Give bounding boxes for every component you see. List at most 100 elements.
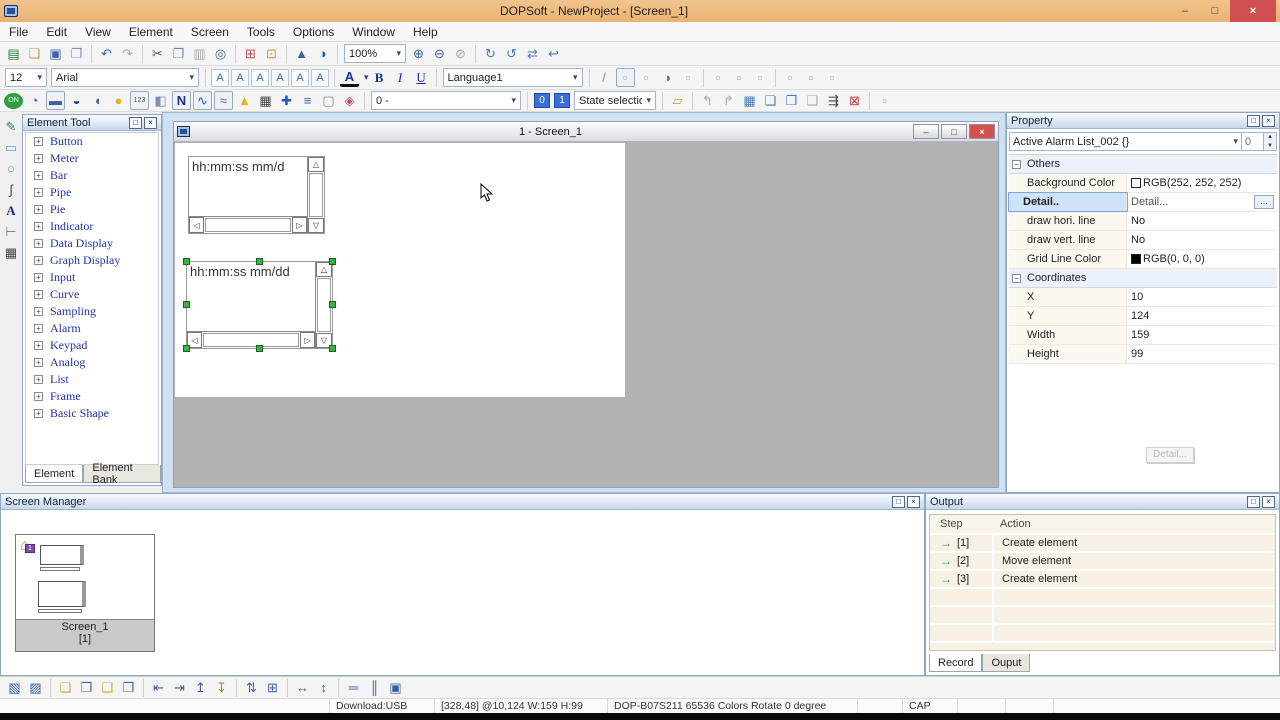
button-element-icon[interactable]: ON <box>4 92 23 109</box>
element-tool-item-indicator[interactable]: + Indicator <box>26 218 158 235</box>
property-row-background-color[interactable]: Background Color RGB(252, 252, 252) <box>1009 174 1277 193</box>
menu-help[interactable]: Help <box>404 22 447 41</box>
rotate-ccw-icon[interactable]: ↺ <box>502 44 521 63</box>
expand-icon[interactable]: + <box>34 324 43 333</box>
zoom-out-icon[interactable]: ⊖ <box>430 44 449 63</box>
prev-element-icon[interactable]: ↰ <box>698 91 717 110</box>
property-row-detail[interactable]: Detail.. Detail... ... <box>1008 192 1277 212</box>
tab-element[interactable]: Element <box>25 465 84 483</box>
align-right-icon[interactable]: A <box>251 68 269 87</box>
maximize-button[interactable]: □ <box>1200 0 1230 22</box>
send-to-back-icon[interactable]: ❐ <box>77 678 96 697</box>
panel-maximize-icon[interactable]: □ <box>892 495 905 508</box>
horizontal-scroll-track[interactable] <box>203 333 299 347</box>
simulation-icon[interactable]: ◑ <box>313 44 332 63</box>
element-tool-item-list[interactable]: + List <box>26 371 158 388</box>
undo-rotate-icon[interactable]: ↩ <box>544 44 563 63</box>
open-project-icon[interactable]: ❏ <box>25 44 44 63</box>
horizontal-scrollbar[interactable]: ◁ ▷ <box>189 216 307 233</box>
property-row-y[interactable]: Y 124 <box>1009 307 1277 326</box>
shadow-icon[interactable]: ▫ <box>679 68 698 87</box>
list-element-icon[interactable]: ≡ <box>298 91 317 110</box>
minimize-button[interactable]: – <box>1170 0 1200 22</box>
screen-thumbnail[interactable]: ⌂ 1 Screen_1 [1] <box>15 534 155 652</box>
bar-element-icon[interactable]: ▬ <box>46 91 65 110</box>
polygon-tool-icon[interactable]: ∫ <box>2 180 21 199</box>
record-row-3[interactable]: → [3] Create element <box>930 571 1275 589</box>
zoom-level-select[interactable]: 100% ▾ <box>344 44 406 63</box>
spinner-down-icon[interactable]: ▼ <box>1264 141 1276 150</box>
expand-icon[interactable]: + <box>34 409 43 418</box>
selection-handle-ne[interactable] <box>329 258 336 265</box>
lock-icon[interactable]: ▫ <box>823 68 842 87</box>
address-select[interactable]: 0 - ▾ <box>371 91 521 110</box>
table-tool-icon[interactable]: ▦ <box>2 243 21 262</box>
v-flip-icon[interactable]: ▫ <box>730 68 749 87</box>
expand-icon[interactable]: + <box>34 273 43 282</box>
element-tool-item-pie[interactable]: + Pie <box>26 201 158 218</box>
element-tool-item-graph-display[interactable]: + Graph Display <box>26 252 158 269</box>
panel-maximize-icon[interactable]: □ <box>129 116 142 129</box>
menu-file[interactable]: File <box>0 22 37 41</box>
tank-element-icon[interactable]: ◒ <box>67 91 86 110</box>
property-row-width[interactable]: Width 159 <box>1009 326 1277 345</box>
expand-icon[interactable]: + <box>34 239 43 248</box>
same-width-icon[interactable]: ═ <box>344 678 363 697</box>
space-evenly-h-icon[interactable]: ↔ <box>293 678 312 697</box>
element-tool-item-curve[interactable]: + Curve <box>26 286 158 303</box>
panel-maximize-icon[interactable]: □ <box>1247 114 1260 127</box>
horizontal-scroll-track[interactable] <box>205 218 291 232</box>
state-select[interactable]: State selectio ▾ <box>574 91 656 110</box>
text-tool-icon[interactable]: A <box>2 201 21 220</box>
align-top-elements-icon[interactable]: ↥ <box>191 678 210 697</box>
scroll-right-icon[interactable]: ▷ <box>300 332 315 348</box>
element-tool-item-keypad[interactable]: + Keypad <box>26 337 158 354</box>
state-spinner[interactable]: ▲ ▼ <box>1264 132 1277 151</box>
tab-record[interactable]: Record <box>929 654 983 672</box>
detail-more-button[interactable]: ... <box>1254 195 1274 209</box>
keyboard-element-icon[interactable]: ▦ <box>256 91 275 110</box>
property-row-grid-line-color[interactable]: Grid Line Color RGB(0, 0, 0) <box>1009 250 1277 269</box>
selection-handle-se[interactable] <box>329 345 336 352</box>
macro-icon[interactable]: ▱ <box>668 91 687 110</box>
record-row-2[interactable]: → [2] Move element <box>930 553 1275 571</box>
property-row-draw-hori-line[interactable]: draw hori. line No <box>1009 212 1277 231</box>
expand-icon[interactable]: + <box>34 205 43 214</box>
download-icon[interactable]: ⊠ <box>845 91 864 110</box>
expand-icon[interactable]: + <box>34 188 43 197</box>
bring-to-front-icon[interactable]: ❏ <box>56 678 75 697</box>
menu-element[interactable]: Element <box>120 22 182 41</box>
element-tool-item-button[interactable]: + Button <box>26 133 158 150</box>
save-all-icon[interactable]: ❐ <box>67 44 86 63</box>
group-icon[interactable]: ▫ <box>781 68 800 87</box>
panel-close-icon[interactable]: × <box>144 116 157 129</box>
element-tool-item-input[interactable]: + Input <box>26 269 158 286</box>
section-coordinates[interactable]: − Coordinates <box>1009 269 1277 288</box>
curve-element-icon[interactable]: ∿ <box>193 91 212 110</box>
property-row-x[interactable]: X 10 <box>1009 288 1277 307</box>
grid-snap-icon[interactable]: ▫ <box>875 91 894 110</box>
active-alarm-list-element-2-selected[interactable]: hh:mm:ss mm/dd △ ▽ ◁ ▷ <box>183 258 336 352</box>
redo-icon[interactable]: ↷ <box>118 44 137 63</box>
menu-tools[interactable]: Tools <box>238 22 284 41</box>
chevron-down-icon[interactable]: ▾ <box>364 72 369 83</box>
bold-button[interactable]: B <box>370 68 389 87</box>
pie-element-icon[interactable]: ● <box>109 91 128 110</box>
frame-element-icon[interactable]: ▢ <box>319 91 338 110</box>
active-alarm-list-element-1[interactable]: hh:mm:ss mm/d △ ▽ ◁ ▷ <box>188 156 325 234</box>
menu-view[interactable]: View <box>76 22 120 41</box>
prev-screen-icon[interactable]: ❏ <box>761 91 780 110</box>
h-flip-icon[interactable]: ▫ <box>709 68 728 87</box>
compile-icon[interactable]: ⇶ <box>824 91 843 110</box>
xy-curve-element-icon[interactable]: ≈ <box>214 91 233 110</box>
collapse-icon[interactable]: − <box>1012 273 1021 283</box>
find-icon[interactable]: ◎ <box>211 44 230 63</box>
menu-screen[interactable]: Screen <box>182 22 238 41</box>
selection-handle-nw[interactable] <box>183 258 190 265</box>
font-name-select[interactable]: Arial ▾ <box>51 68 199 87</box>
panel-close-icon[interactable]: × <box>1262 495 1275 508</box>
expand-icon[interactable]: + <box>34 222 43 231</box>
undo-icon[interactable]: ↶ <box>97 44 116 63</box>
selection-handle-n[interactable] <box>255 258 263 265</box>
panel-close-icon[interactable]: × <box>907 495 920 508</box>
